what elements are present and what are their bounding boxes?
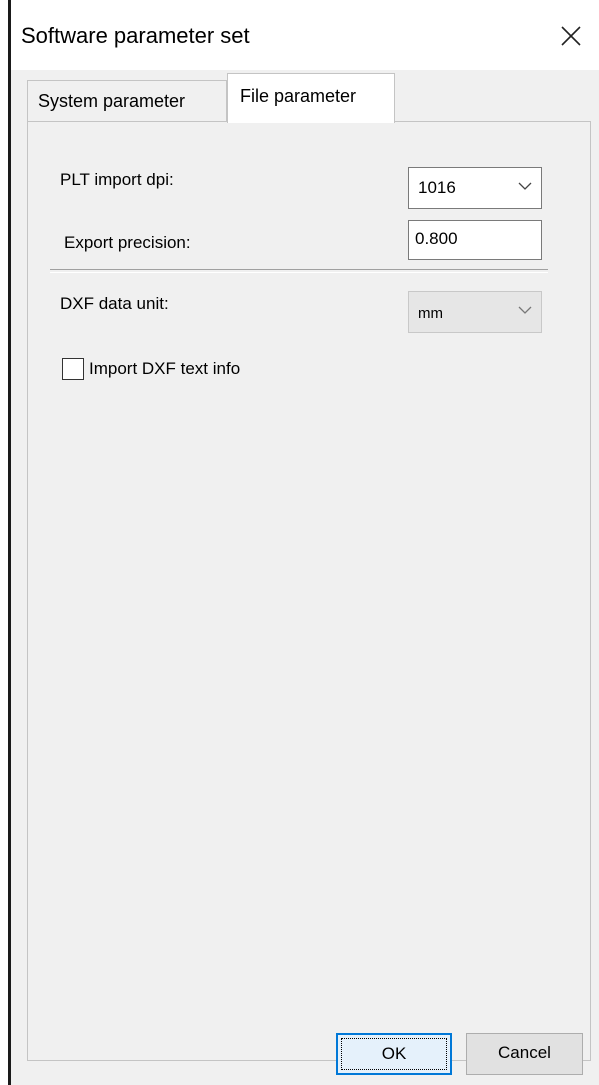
file-parameter-panel: PLT import dpi: 1016 Export precision: 0… (27, 121, 591, 1061)
dxf-data-unit-label: DXF data unit: (60, 294, 169, 313)
cancel-button[interactable]: Cancel (466, 1033, 583, 1075)
dxf-data-unit-value: mm (418, 305, 443, 322)
close-button[interactable] (551, 16, 591, 56)
tab-strip: System parameter File parameter (11, 70, 599, 123)
tab-system-parameter-label: System parameter (38, 91, 186, 111)
dialog-title: Software parameter set (21, 23, 250, 48)
chevron-down-icon (517, 180, 533, 192)
focus-rectangle (341, 1038, 447, 1070)
plt-import-dpi-value: 1016 (418, 178, 456, 197)
export-precision-input[interactable]: 0.800 (408, 220, 542, 260)
plt-import-dpi-label: PLT import dpi: (60, 170, 174, 189)
dxf-data-unit-select[interactable]: mm (408, 291, 542, 333)
export-precision-label: Export precision: (64, 233, 191, 252)
title-bar: Software parameter set (11, 0, 599, 70)
cancel-button-label: Cancel (498, 1043, 551, 1062)
tab-file-parameter-label: File parameter (240, 86, 357, 106)
tab-system-parameter[interactable]: System parameter (27, 80, 227, 122)
tab-file-parameter[interactable]: File parameter (227, 73, 395, 123)
close-icon (561, 26, 581, 46)
section-divider (50, 269, 548, 273)
plt-import-dpi-select[interactable]: 1016 (408, 167, 542, 209)
ok-button[interactable]: OK (336, 1033, 452, 1075)
chevron-down-icon (517, 304, 533, 316)
import-dxf-text-info-label[interactable]: Import DXF text info (89, 359, 240, 379)
import-dxf-text-info-checkbox[interactable] (62, 358, 84, 380)
software-parameter-dialog: Software parameter set System parameter … (11, 0, 599, 1085)
